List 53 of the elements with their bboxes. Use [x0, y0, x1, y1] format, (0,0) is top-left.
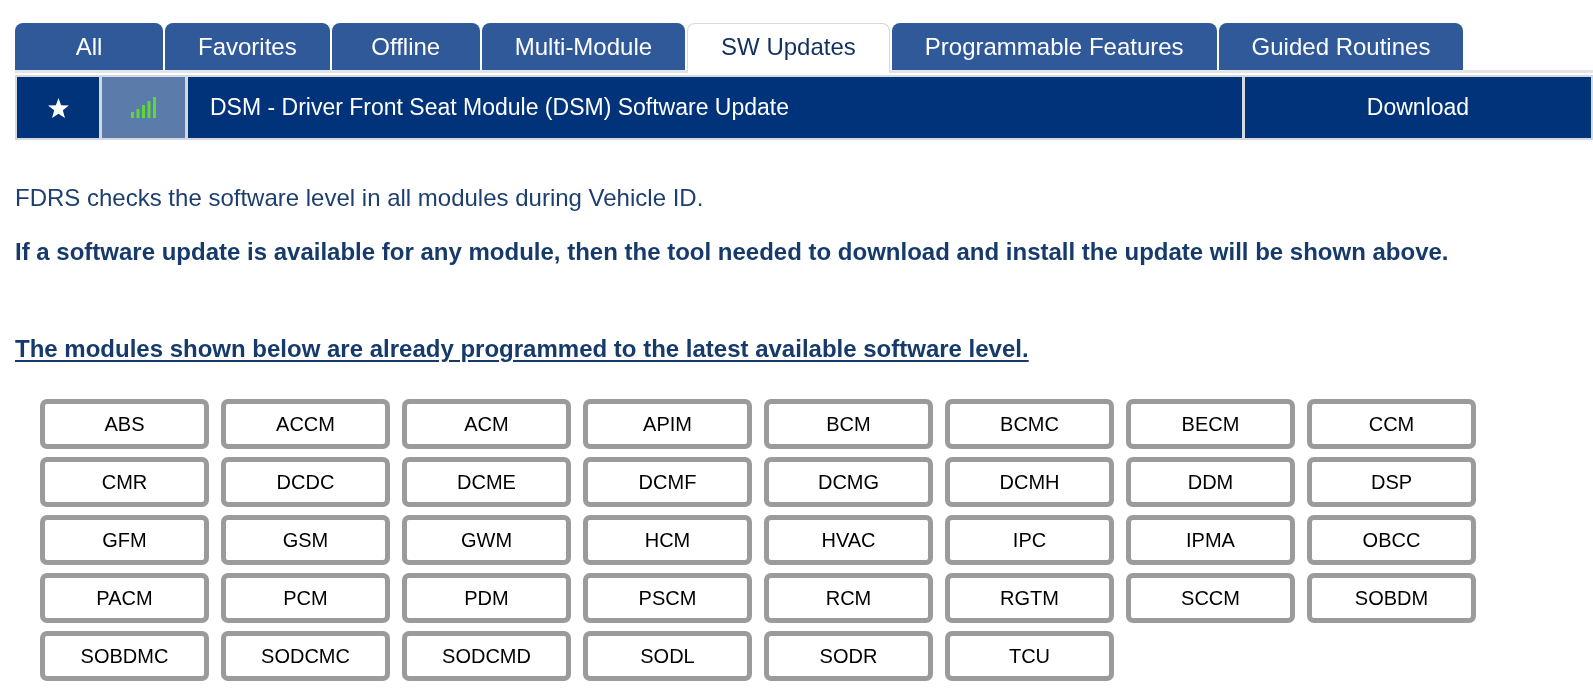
module-button[interactable]: SOBDMC — [40, 631, 209, 681]
signal-bars-icon — [131, 97, 156, 118]
module-button[interactable]: HCM — [583, 515, 752, 565]
module-button[interactable]: PSCM — [583, 573, 752, 623]
module-button[interactable]: TCU — [945, 631, 1114, 681]
module-button[interactable]: DSP — [1307, 457, 1476, 507]
tab[interactable]: Multi-Module — [481, 23, 686, 70]
star-icon — [47, 97, 69, 118]
module-button[interactable]: CCM — [1307, 399, 1476, 449]
module-button[interactable]: SODL — [583, 631, 752, 681]
modules-heading: The modules shown below are already programmed to the latest available software level. — [15, 335, 1030, 363]
module-button[interactable]: DCMF — [583, 457, 752, 507]
module-button[interactable]: SOBDM — [1307, 573, 1476, 623]
module-button[interactable]: GWM — [402, 515, 571, 565]
module-button[interactable]: DCMH — [945, 457, 1114, 507]
module-button[interactable]: DCDC — [221, 457, 390, 507]
module-button[interactable]: DCME — [402, 457, 571, 507]
module-button[interactable]: GFM — [40, 515, 209, 565]
module-button[interactable]: BCM — [764, 399, 933, 449]
module-button[interactable]: PACM — [40, 573, 209, 623]
module-button[interactable]: CMR — [40, 457, 209, 507]
module-button[interactable]: ACM — [402, 399, 571, 449]
module-button[interactable]: GSM — [221, 515, 390, 565]
module-button[interactable]: DDM — [1126, 457, 1295, 507]
module-button[interactable]: ABS — [40, 399, 209, 449]
module-button[interactable]: SODR — [764, 631, 933, 681]
module-button[interactable]: IPC — [945, 515, 1114, 565]
module-button[interactable]: PCM — [221, 573, 390, 623]
notice-text: If a software update is available for any module, then the tool needed to download and install the update will be shown above. — [15, 238, 1450, 266]
favorite-button[interactable] — [17, 77, 99, 138]
module-button[interactable]: RCM — [764, 573, 933, 623]
tab[interactable]: SW Updates — [687, 23, 890, 73]
module-button[interactable]: PDM — [402, 573, 571, 623]
info-text: FDRS checks the software level in all modules during Vehicle ID. — [15, 184, 705, 212]
tab[interactable]: Offline — [331, 23, 480, 70]
module-button[interactable]: ACCM — [221, 399, 390, 449]
update-title: DSM - Driver Front Seat Module (DSM) Software Update — [188, 77, 1242, 138]
module-button[interactable]: SODCMD — [402, 631, 571, 681]
module-button[interactable]: SODCMC — [221, 631, 390, 681]
tab[interactable]: Favorites — [165, 23, 330, 70]
module-button[interactable]: DCMG — [764, 457, 933, 507]
module-button[interactable]: BECM — [1126, 399, 1295, 449]
module-button[interactable]: RGTM — [945, 573, 1114, 623]
module-button[interactable]: APIM — [583, 399, 752, 449]
module-button[interactable]: SCCM — [1126, 573, 1295, 623]
module-button[interactable]: BCMC — [945, 399, 1114, 449]
module-button[interactable]: OBCC — [1307, 515, 1476, 565]
download-button[interactable]: Download — [1245, 77, 1591, 138]
tab[interactable]: Programmable Features — [891, 23, 1217, 70]
module-button[interactable]: HVAC — [764, 515, 933, 565]
tab[interactable]: All — [15, 23, 163, 70]
module-button[interactable]: IPMA — [1126, 515, 1295, 565]
tab[interactable]: Guided Routines — [1218, 23, 1464, 70]
